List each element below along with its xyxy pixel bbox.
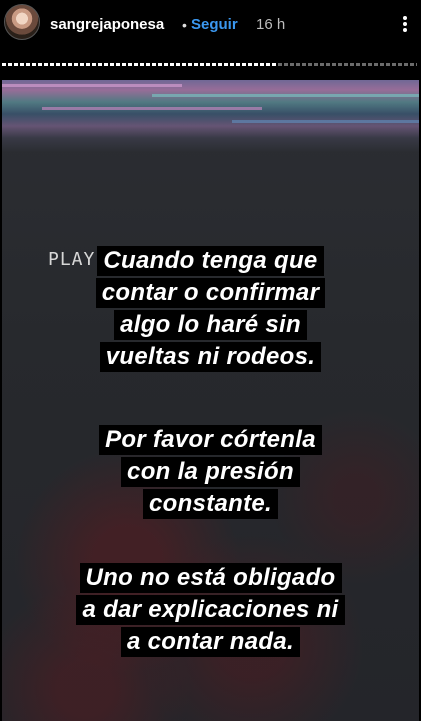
story-header: sangrejaponesa • Seguir 16 h <box>0 0 421 48</box>
more-options-icon[interactable] <box>396 14 414 34</box>
text-line-row: contar o confirmar <box>0 277 421 309</box>
text-line-row: Cuando tenga que <box>0 245 421 277</box>
text-line-row: Por favor córtenla <box>0 424 421 456</box>
story-viewer: sangrejaponesa • Seguir 16 h PLAY▸ Cuand… <box>0 0 421 721</box>
text-line-row: a dar explicaciones ni <box>0 594 421 626</box>
text-line-row: con la presión <box>0 456 421 488</box>
story-progress-fill <box>2 63 276 66</box>
text-line: con la presión <box>121 457 300 487</box>
text-line: Por favor córtenla <box>99 425 322 455</box>
glitch-banner <box>2 80 419 152</box>
timestamp: 16 h <box>256 16 286 33</box>
text-paragraph: Cuando tenga que contar o confirmar algo l… <box>0 245 421 373</box>
text-line-row: algo lo haré sin <box>0 309 421 341</box>
text-line: a dar explicaciones ni <box>76 595 345 625</box>
avatar[interactable] <box>4 4 40 40</box>
story-progress-bar <box>2 63 417 66</box>
glitch-streak <box>232 120 419 123</box>
text-paragraph: Por favor córtenla con la presión constant… <box>0 424 421 520</box>
text-line: contar o confirmar <box>95 278 326 308</box>
text-line: Cuando tenga que <box>97 246 324 276</box>
text-line-row: Uno no está obligado <box>0 562 421 594</box>
glitch-streak <box>42 107 262 110</box>
text-line: algo lo haré sin <box>114 310 307 340</box>
glitch-streak <box>152 94 419 97</box>
text-line: vueltas ni rodeos. <box>99 342 322 372</box>
text-line: Uno no está obligado <box>79 563 342 593</box>
text-line-row: vueltas ni rodeos. <box>0 341 421 373</box>
separator-dot: • <box>182 17 187 33</box>
glitch-streak <box>2 84 182 87</box>
username[interactable]: sangrejaponesa <box>50 16 164 34</box>
text-line: a contar nada. <box>121 627 300 657</box>
text-paragraph: Uno no está obligado a dar explicaciones … <box>0 562 421 658</box>
follow-button[interactable]: Seguir <box>191 16 238 34</box>
text-line-row: constante. <box>0 488 421 520</box>
text-line: constante. <box>142 489 279 519</box>
text-line-row: a contar nada. <box>0 626 421 658</box>
